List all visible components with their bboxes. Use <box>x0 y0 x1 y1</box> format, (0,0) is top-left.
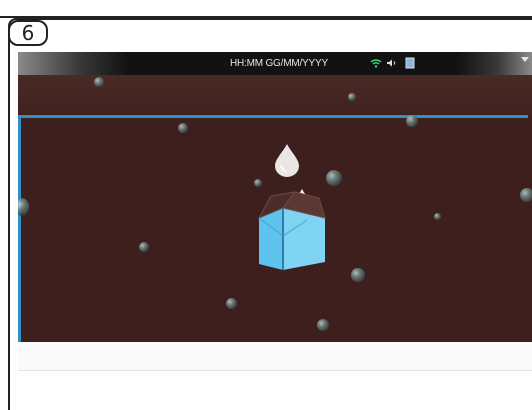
bubble-decoration <box>348 93 356 101</box>
upper-strip <box>18 75 532 115</box>
animation-area <box>18 115 532 342</box>
bubble-decoration <box>317 319 329 331</box>
wifi-icon <box>370 59 382 68</box>
water-drop-icon <box>275 144 299 177</box>
milk-carton-icon <box>257 191 326 270</box>
bubble-decoration <box>226 298 237 309</box>
top-rule <box>0 0 532 18</box>
step-number-badge: 6 <box>8 20 48 46</box>
battery-icon <box>405 57 415 69</box>
bubble-decoration <box>94 77 104 87</box>
speaker-icon <box>387 59 396 67</box>
bubble-decoration <box>406 115 418 127</box>
bubble-decoration <box>326 170 342 186</box>
bubble-decoration <box>351 268 365 282</box>
bubble-decoration <box>139 242 149 252</box>
footer-strip <box>18 342 532 371</box>
bubble-decoration <box>18 198 29 216</box>
status-time: HH:MM GG/MM/YYYY <box>230 58 328 69</box>
bubble-decoration <box>520 188 532 202</box>
status-bar: HH:MM GG/MM/YYYY <box>18 52 532 75</box>
dropdown-arrow-icon[interactable] <box>520 56 530 64</box>
bubble-decoration <box>434 213 441 220</box>
bubble-decoration <box>178 123 188 133</box>
bubble-decoration <box>254 179 262 187</box>
device-screen: HH:MM GG/MM/YYYY <box>18 52 532 342</box>
